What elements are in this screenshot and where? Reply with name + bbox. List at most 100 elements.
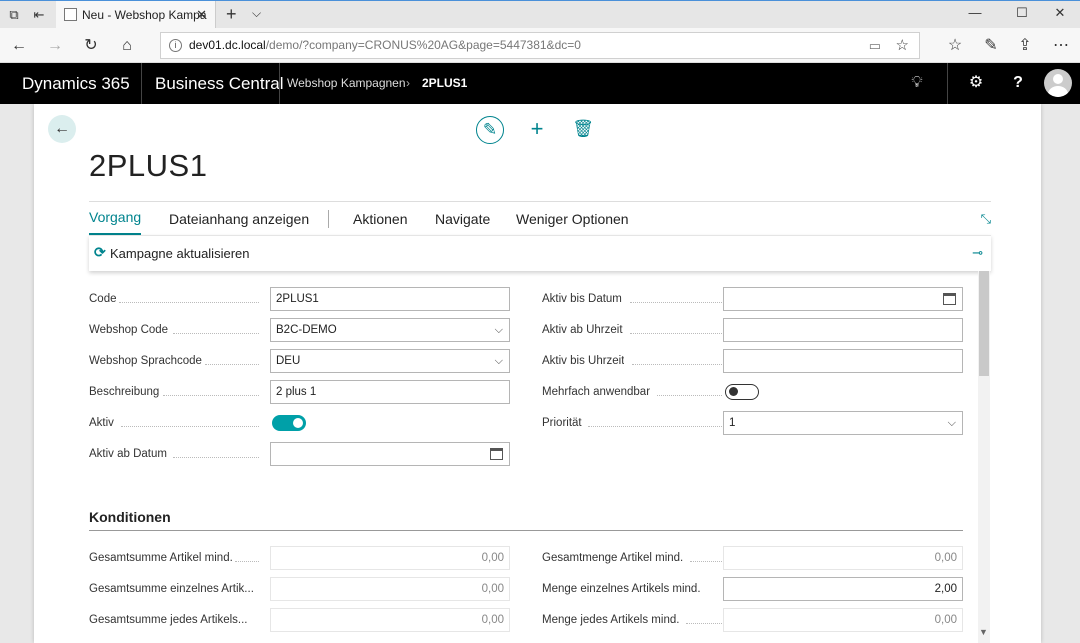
field-aktiv-bis-uhrzeit: Aktiv bis Uhrzeit: [542, 349, 963, 373]
leader-dots: [630, 302, 722, 303]
page-title: 2PLUS1: [89, 148, 208, 183]
leader-dots: [173, 457, 259, 458]
field-aktiv-bis-datum: Aktiv bis Datum: [542, 287, 963, 311]
gesamtsumme-artikel-value: 0,00: [270, 546, 510, 570]
field-menge-einzelnes: Menge einzelnes Artikels mind. 2,00: [542, 577, 963, 601]
action-weniger-optionen[interactable]: Weniger Optionen: [516, 202, 629, 236]
aktiv-bis-uhrzeit-input[interactable]: [723, 349, 963, 373]
select-value: B2C-DEMO: [276, 324, 337, 336]
gesamtmenge-artikel-value: 0,00: [723, 546, 963, 570]
home-icon[interactable]: ⌂: [116, 35, 138, 57]
new-plus-icon[interactable]: +: [523, 116, 551, 144]
leader-dots: [632, 364, 722, 365]
leader-dots: [686, 623, 722, 624]
product-label[interactable]: Business Central: [155, 63, 284, 104]
favorites-icon[interactable]: ☆: [944, 35, 966, 57]
breadcrumb-chevron-icon: ›: [406, 76, 410, 90]
field-aktiv-ab-datum: Aktiv ab Datum: [89, 442, 510, 466]
refresh-icon[interactable]: ↻: [80, 35, 102, 57]
section-konditionen[interactable]: Konditionen: [89, 509, 963, 531]
field-prioritaet: Priorität 1 ⌵: [542, 411, 963, 435]
field-menge-jedes: Menge jedes Artikels mind. 0,00: [542, 608, 963, 632]
select-value: DEU: [276, 355, 301, 367]
breadcrumb-item[interactable]: Webshop Kampagnen: [287, 63, 406, 104]
action-dateianhang[interactable]: Dateianhang anzeigen: [169, 202, 309, 236]
webshop-sprachcode-select[interactable]: DEU ⌵: [270, 349, 510, 373]
field-gesamtsumme-jedes: Gesamtsumme jedes Artikels... 0,00: [89, 608, 510, 632]
field-label: Menge einzelnes Artikels mind.: [542, 583, 701, 595]
help-icon[interactable]: ?: [1007, 72, 1029, 94]
pen-icon[interactable]: ✎: [980, 35, 1002, 57]
browser-tab[interactable]: Neu - Webshop Kampa ✕: [56, 1, 216, 29]
edit-pencil-icon[interactable]: ✎: [476, 116, 504, 144]
back-arrow-icon[interactable]: ←: [48, 115, 76, 143]
new-tab-icon[interactable]: +: [226, 4, 237, 25]
close-tab-icon[interactable]: ✕: [196, 1, 207, 29]
menge-einzelnes-input[interactable]: 2,00: [723, 577, 963, 601]
maximize-icon[interactable]: ☐: [1012, 5, 1032, 21]
aktiv-bis-datum-input[interactable]: [723, 287, 963, 311]
avatar[interactable]: [1044, 69, 1072, 97]
close-window-icon[interactable]: ✕: [1050, 5, 1070, 21]
gear-icon[interactable]: ⚙: [965, 72, 987, 94]
field-aktiv: Aktiv: [89, 411, 510, 435]
field-mehrfach-anwendbar: Mehrfach anwendbar: [542, 380, 963, 404]
more-icon[interactable]: ⋯: [1050, 35, 1072, 57]
leader-dots: [630, 333, 722, 334]
back-icon[interactable]: ←: [8, 35, 30, 57]
leader-dots: [690, 561, 722, 562]
leader-dots: [173, 333, 259, 334]
chevron-down-icon: ⌵: [494, 355, 503, 367]
action-navigate[interactable]: Navigate: [435, 202, 490, 236]
action-aktionen[interactable]: Aktionen: [353, 202, 407, 236]
kampagne-aktualisieren-button[interactable]: Kampagne aktualisieren: [110, 236, 249, 272]
field-label: Beschreibung: [89, 386, 160, 398]
select-value: 1: [729, 417, 736, 429]
prioritaet-select[interactable]: 1 ⌵: [723, 411, 963, 435]
field-beschreibung: Beschreibung 2 plus 1: [89, 380, 510, 404]
chevron-down-icon: ⌵: [947, 417, 956, 429]
field-label: Gesamtsumme jedes Artikels...: [89, 614, 248, 626]
beschreibung-input[interactable]: 2 plus 1: [270, 380, 510, 404]
aktiv-toggle[interactable]: [272, 415, 306, 431]
set-aside-tabs-icon[interactable]: ⇤: [31, 7, 47, 23]
aktiv-ab-uhrzeit-input[interactable]: [723, 318, 963, 342]
favorite-star-icon[interactable]: ☆: [896, 33, 909, 58]
gesamtsumme-jedes-value: 0,00: [270, 608, 510, 632]
chevron-down-icon[interactable]: ⌵: [252, 6, 261, 21]
action-bar: Vorgang Dateianhang anzeigen Aktionen Na…: [89, 201, 991, 235]
record-page: ← ✎ + 🗑︎ 2PLUS1 Vorgang Dateianhang anze…: [34, 104, 1041, 643]
scrollbar-thumb[interactable]: [979, 271, 989, 376]
pin-icon[interactable]: ⊸: [972, 245, 983, 261]
reading-view-icon[interactable]: ▭: [869, 33, 881, 58]
field-gesamtsumme-einzelnes: Gesamtsumme einzelnes Artik... 0,00: [89, 577, 510, 601]
field-label: Menge jedes Artikels mind.: [542, 614, 680, 626]
leader-dots: [205, 364, 259, 365]
calendar-icon[interactable]: [490, 448, 503, 460]
field-webshop-sprachcode: Webshop Sprachcode DEU ⌵: [89, 349, 510, 373]
info-icon[interactable]: i: [169, 39, 182, 52]
aktiv-ab-datum-input[interactable]: [270, 442, 510, 466]
minimize-icon[interactable]: —: [965, 5, 985, 20]
code-input[interactable]: 2PLUS1: [270, 287, 510, 311]
scroll-down-arrow-icon[interactable]: ▼: [979, 627, 988, 637]
share-icon[interactable]: ⇪: [1014, 35, 1036, 57]
field-gesamtmenge-artikel: Gesamtmenge Artikel mind. 0,00: [542, 546, 963, 570]
forward-icon[interactable]: →: [44, 35, 66, 57]
field-webshop-code: Webshop Code B2C-DEMO ⌵: [89, 318, 510, 342]
menge-jedes-value: 0,00: [723, 608, 963, 632]
field-label: Aktiv bis Uhrzeit: [542, 355, 625, 367]
mehrfach-anwendbar-toggle[interactable]: [725, 384, 759, 400]
leader-dots: [588, 426, 722, 427]
delete-trash-icon[interactable]: 🗑︎: [569, 116, 597, 144]
tab-title: Neu - Webshop Kampa: [82, 8, 207, 22]
browser-tab-bar: ⧉ ⇤ Neu - Webshop Kampa ✕ + ⌵ — ☐ ✕: [0, 0, 1080, 29]
collapse-icon[interactable]: ⤡: [981, 211, 991, 227]
calendar-icon[interactable]: [943, 293, 956, 305]
tab-vorgang[interactable]: Vorgang: [89, 202, 142, 235]
tab-list-icon[interactable]: ⧉: [6, 7, 22, 23]
lightbulb-icon[interactable]: 💡︎: [906, 72, 928, 94]
address-bar[interactable]: i dev01.dc.local/demo/?company=CRONUS%20…: [160, 32, 920, 59]
brand-label[interactable]: Dynamics 365: [22, 63, 130, 104]
webshop-code-select[interactable]: B2C-DEMO ⌵: [270, 318, 510, 342]
